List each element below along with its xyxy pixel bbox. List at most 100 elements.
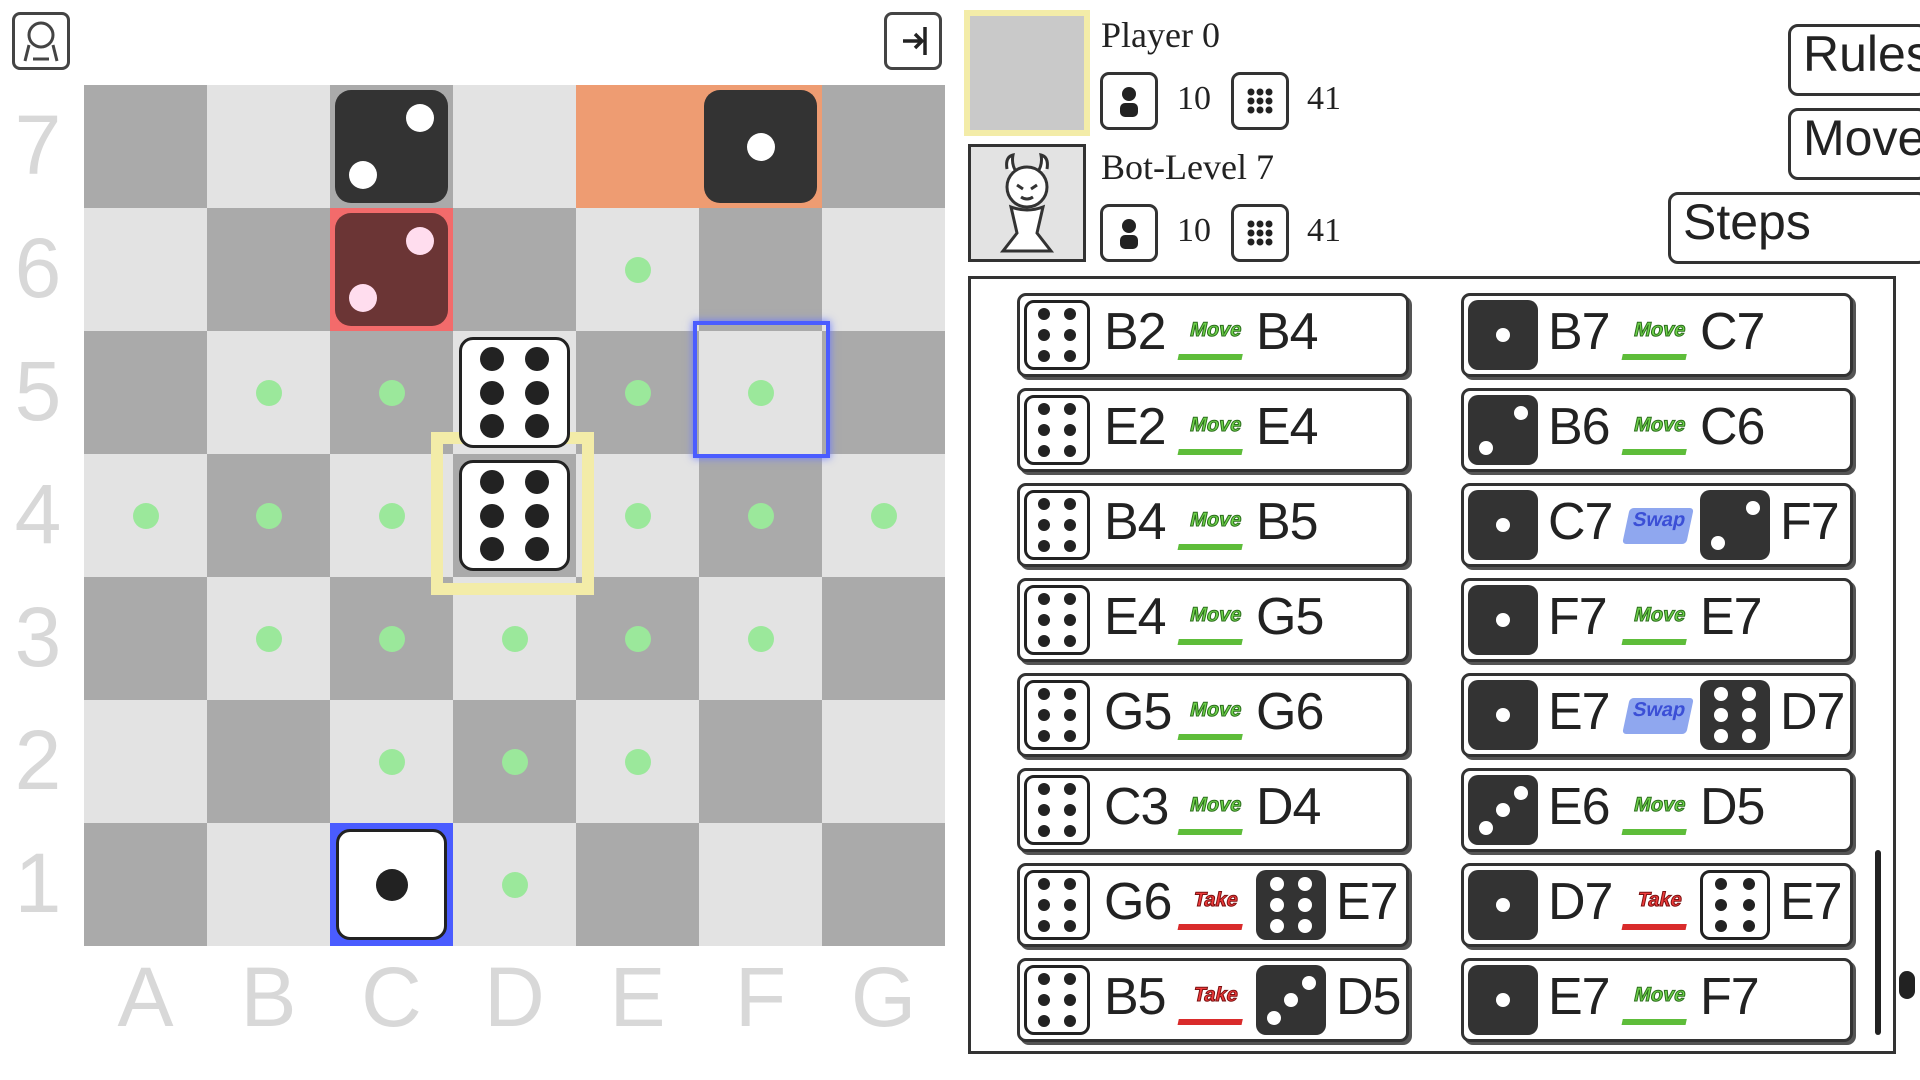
- target-die[interactable]: [1700, 870, 1770, 940]
- move-button[interactable]: Move: [1788, 108, 1920, 180]
- board-square-A5[interactable]: [84, 331, 207, 454]
- move-entry[interactable]: E4 Move G5: [1017, 578, 1409, 662]
- move-entry[interactable]: E2 Move E4: [1017, 388, 1409, 472]
- board-square-A6[interactable]: [84, 208, 207, 331]
- board-square-A1[interactable]: [84, 823, 207, 946]
- move-entry[interactable]: C7 Swap F7: [1461, 483, 1853, 567]
- die-C7[interactable]: [335, 90, 448, 203]
- target-die[interactable]: [1256, 965, 1326, 1035]
- move-hint-dot[interactable]: [501, 871, 528, 898]
- move-die[interactable]: [1024, 490, 1090, 560]
- move-die[interactable]: [1468, 395, 1538, 465]
- die-C6[interactable]: [335, 213, 448, 326]
- move-hint-dot[interactable]: [378, 748, 405, 775]
- move-entry[interactable]: B7 Move C7: [1461, 293, 1853, 377]
- move-to: D5: [1700, 778, 1765, 836]
- player-profile-button[interactable]: [12, 12, 70, 70]
- board-square-G5[interactable]: [822, 331, 945, 454]
- exit-button[interactable]: [884, 12, 942, 70]
- board-square-A7[interactable]: [84, 85, 207, 208]
- move-die[interactable]: [1024, 680, 1090, 750]
- move-entry[interactable]: E6 Move D5: [1461, 768, 1853, 852]
- board-square-F6[interactable]: [699, 208, 822, 331]
- move-hint-dot[interactable]: [255, 379, 282, 406]
- target-die[interactable]: [1700, 490, 1770, 560]
- move-hint-dot[interactable]: [747, 502, 774, 529]
- pip: [1496, 328, 1510, 342]
- move-die[interactable]: [1024, 775, 1090, 845]
- board-square-G7[interactable]: [822, 85, 945, 208]
- move-entry[interactable]: C3 Move D4: [1017, 768, 1409, 852]
- move-hint-dot[interactable]: [624, 748, 651, 775]
- die-C1[interactable]: [336, 829, 447, 940]
- move-die[interactable]: [1024, 585, 1090, 655]
- move-entry[interactable]: E7 Move F7: [1461, 958, 1853, 1042]
- move-die[interactable]: [1468, 680, 1538, 750]
- bot-avatar[interactable]: [968, 144, 1086, 262]
- move-action-badge: Move: [1177, 318, 1251, 360]
- move-die[interactable]: [1024, 300, 1090, 370]
- player-0-avatar[interactable]: [964, 10, 1090, 136]
- move-entry[interactable]: G6 Take E7: [1017, 863, 1409, 947]
- pip: [1064, 688, 1077, 700]
- board-square-B2[interactable]: [207, 700, 330, 823]
- board-square-E1[interactable]: [576, 823, 699, 946]
- target-die[interactable]: [1256, 870, 1326, 940]
- board-square-D7[interactable]: [453, 85, 576, 208]
- move-hint-dot[interactable]: [747, 625, 774, 652]
- move-hint-dot[interactable]: [624, 379, 651, 406]
- move-die[interactable]: [1468, 775, 1538, 845]
- board-square-B6[interactable]: [207, 208, 330, 331]
- move-hint-dot[interactable]: [132, 502, 159, 529]
- move-die[interactable]: [1024, 870, 1090, 940]
- move-entry[interactable]: F7 Move E7: [1461, 578, 1853, 662]
- board-square-A3[interactable]: [84, 577, 207, 700]
- board-square-G2[interactable]: [822, 700, 945, 823]
- move-hint-dot[interactable]: [624, 256, 651, 283]
- move-hint-dot[interactable]: [378, 502, 405, 529]
- move-action-badge: Swap: [1622, 698, 1694, 734]
- move-hint-dot[interactable]: [501, 625, 528, 652]
- move-die[interactable]: [1024, 965, 1090, 1035]
- board-square-B1[interactable]: [207, 823, 330, 946]
- move-hint-dot[interactable]: [255, 625, 282, 652]
- move-entry[interactable]: G5 Move G6: [1017, 673, 1409, 757]
- board-square-F1[interactable]: [699, 823, 822, 946]
- steps-button[interactable]: Steps: [1668, 192, 1920, 264]
- move-die[interactable]: [1468, 585, 1538, 655]
- move-hint-dot[interactable]: [870, 502, 897, 529]
- board-square-D6[interactable]: [453, 208, 576, 331]
- move-entry[interactable]: B6 Move C6: [1461, 388, 1853, 472]
- move-die[interactable]: [1468, 870, 1538, 940]
- move-hint-dot[interactable]: [255, 502, 282, 529]
- move-die[interactable]: [1468, 965, 1538, 1035]
- move-hint-dot[interactable]: [378, 625, 405, 652]
- die-D5[interactable]: [459, 337, 570, 448]
- move-entry[interactable]: E7 Swap D7: [1461, 673, 1853, 757]
- move-entry[interactable]: D7 Take E7: [1461, 863, 1853, 947]
- move-entry[interactable]: B4 Move B5: [1017, 483, 1409, 567]
- die-F7[interactable]: [704, 90, 817, 203]
- move-hint-dot[interactable]: [624, 625, 651, 652]
- target-die[interactable]: [1700, 680, 1770, 750]
- move-die[interactable]: [1468, 490, 1538, 560]
- board-square-F2[interactable]: [699, 700, 822, 823]
- move-hint-dot[interactable]: [378, 379, 405, 406]
- move-hint-dot[interactable]: [501, 748, 528, 775]
- rules-button[interactable]: Rules: [1788, 24, 1920, 96]
- move-entry[interactable]: B2 Move B4: [1017, 293, 1409, 377]
- move-entry[interactable]: B5 Take D5: [1017, 958, 1409, 1042]
- board-square-E7[interactable]: [576, 85, 699, 208]
- pip: [1037, 635, 1050, 647]
- board-square-A2[interactable]: [84, 700, 207, 823]
- board-square-G3[interactable]: [822, 577, 945, 700]
- move-history-panel[interactable]: B2 Move B4 B7 Move C7 E2 Move E4 B6 Move C6 B4 Move B5…: [968, 276, 1896, 1054]
- board-square-G6[interactable]: [822, 208, 945, 331]
- move-die[interactable]: [1024, 395, 1090, 465]
- die-D4[interactable]: [459, 460, 570, 571]
- board-square-B7[interactable]: [207, 85, 330, 208]
- move-die[interactable]: [1468, 300, 1538, 370]
- move-hint-dot[interactable]: [624, 502, 651, 529]
- board-square-G1[interactable]: [822, 823, 945, 946]
- move-history-scrollbar[interactable]: [1875, 850, 1881, 1035]
